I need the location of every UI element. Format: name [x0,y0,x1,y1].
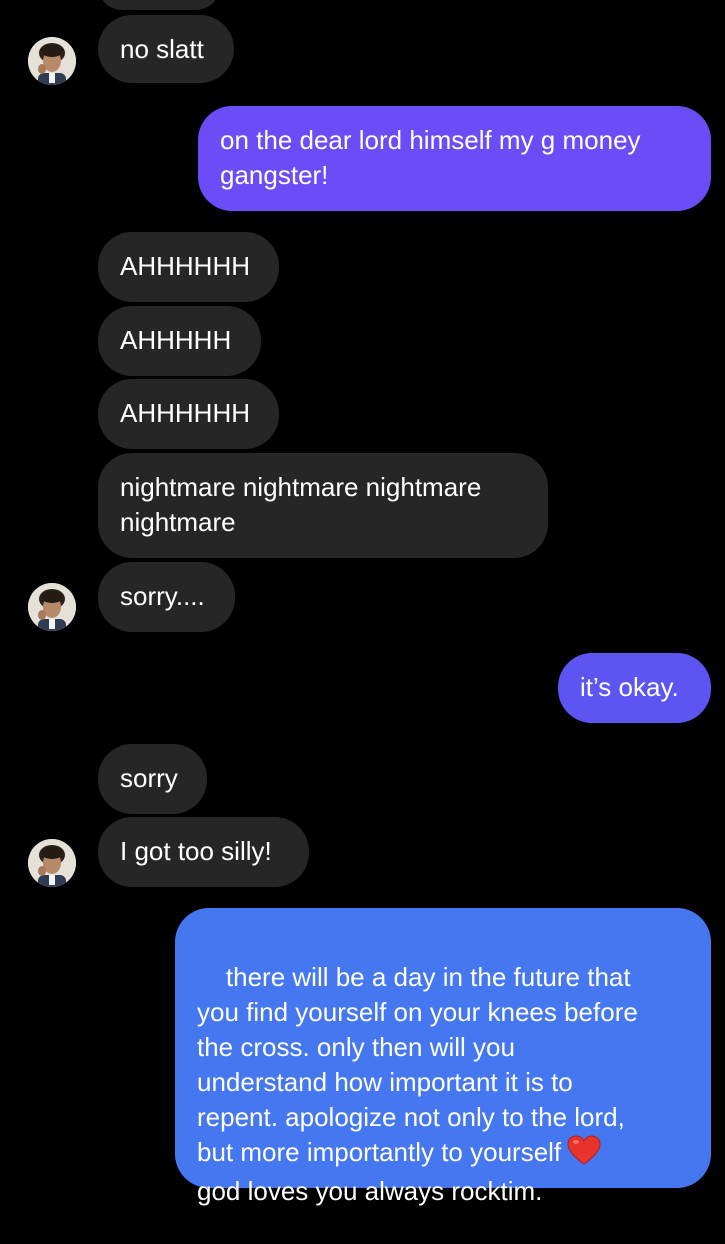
message-bubble[interactable]: AHHHHHH [98,232,279,302]
contact-avatar[interactable] [28,839,76,887]
message-bubble[interactable]: AHHHHH [98,306,261,376]
message-bubble[interactable]: nightmare nightmare nightmare nightmare [98,453,548,558]
message-bubble[interactable]: sorry.... [98,562,235,632]
profile-photo-icon [28,583,76,631]
message-text: god loves you always rocktim. [197,1176,543,1206]
message-bubble[interactable]: no slatt [98,15,234,83]
profile-photo-icon [28,37,76,85]
message-bubble[interactable]: AHHHHHH [98,379,279,449]
message-bubble-sent[interactable]: there will be a day in the future that y… [175,908,711,1206]
red-heart-icon [567,1135,601,1174]
contact-avatar[interactable] [28,583,76,631]
message-bubble-sent[interactable]: it’s okay. [558,653,711,723]
message-bubble[interactable]: I got too silly! [98,817,309,887]
message-bubble[interactable]: sorry [98,744,207,814]
partial-message-bubble[interactable] [98,0,220,10]
message-thread: no slatt on the dear lord himself my g m… [0,0,725,1206]
contact-avatar[interactable] [28,37,76,85]
message-bubble-sent[interactable]: on the dear lord himself my g money gang… [198,106,711,211]
profile-photo-icon [28,839,76,887]
